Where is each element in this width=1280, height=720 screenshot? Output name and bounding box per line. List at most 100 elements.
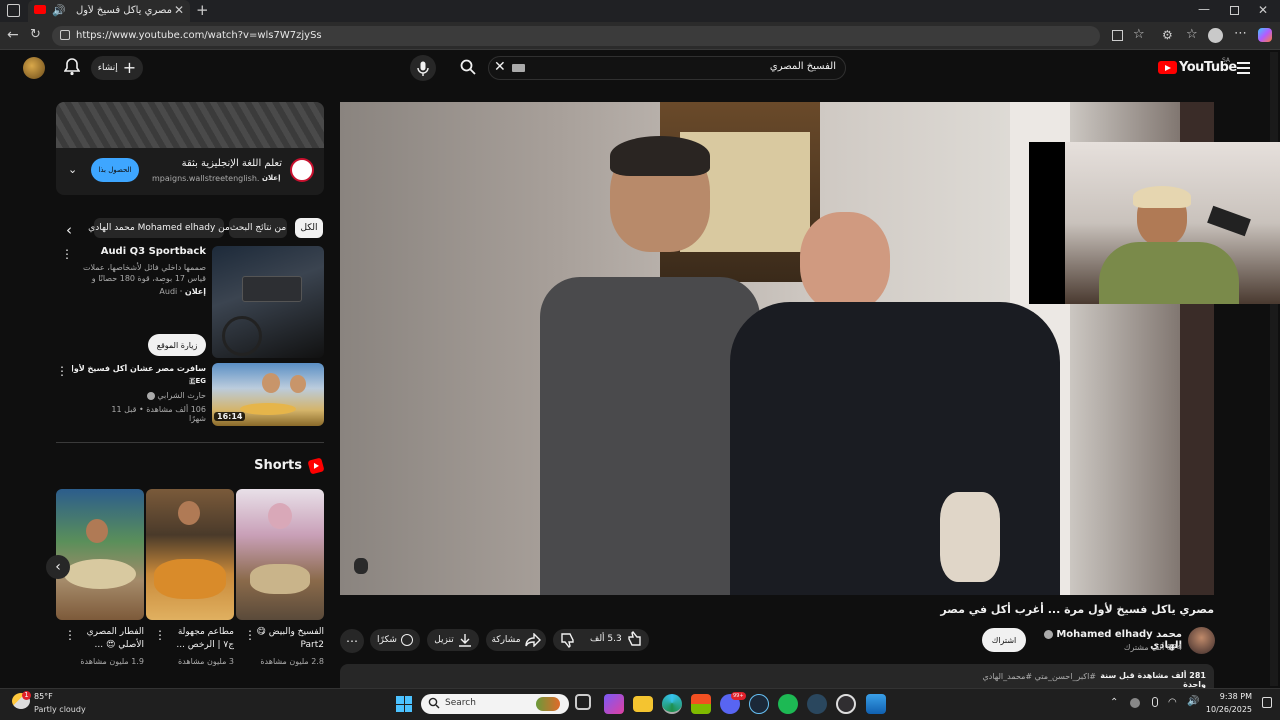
extensions-icon[interactable]: ⚙: [1162, 28, 1173, 42]
taskbar-search-icon: [428, 697, 440, 709]
short-views-2: 3 مليون مشاهدة: [177, 657, 234, 666]
browser-menu-icon[interactable]: ⋯: [1234, 26, 1247, 41]
chip-search-results[interactable]: من نتائج البحث: [229, 218, 287, 238]
ad-cta-button[interactable]: الحصول بذا: [91, 158, 139, 182]
sponsored-thumbnail[interactable]: [212, 246, 324, 358]
window-close-icon[interactable]: ✕: [1258, 3, 1268, 17]
dislike-button[interactable]: [560, 632, 576, 648]
share-button[interactable]: مشاركة: [486, 629, 546, 651]
thanks-label: شكرًا: [377, 635, 397, 645]
shorts-heading: Shorts: [254, 458, 302, 473]
visit-site-label: زيارة الموقع: [156, 340, 198, 350]
site-info-icon[interactable]: [60, 30, 70, 40]
tab-close-icon[interactable]: ✕: [174, 3, 184, 17]
ad-domain: mpaigns.wallstreetenglish.e...: [152, 174, 260, 183]
sponsored-advertiser: Audi: [159, 287, 178, 296]
steam-icon-2[interactable]: [807, 694, 827, 714]
sponsored-desc: صممها داخلي فائل لأشخاصها، عملات قياس 17…: [82, 263, 206, 283]
discord-badge: 99+: [731, 692, 746, 700]
related-menu-icon[interactable]: ⋮: [56, 364, 68, 378]
steam-icon[interactable]: [749, 694, 769, 714]
weather-desc: Partly cloudy: [34, 705, 86, 714]
related-channel-name: حارث الشرابي: [157, 391, 206, 400]
tray-mic-icon[interactable]: [1152, 697, 1158, 707]
create-button[interactable]: إنشاء +: [91, 56, 143, 80]
video-title: مصري ياكل فسيخ لأول مرة ... أغرب أكل في …: [940, 603, 1214, 616]
tab-actions-icon[interactable]: [7, 4, 20, 17]
short-thumbnail-3[interactable]: [56, 489, 144, 620]
download-button[interactable]: تنزيل: [427, 629, 479, 651]
profile-avatar[interactable]: [1208, 28, 1223, 43]
related-badge-text: EG: [195, 377, 206, 385]
chip-all[interactable]: الكل: [295, 218, 323, 238]
maximize-icon[interactable]: [1230, 6, 1239, 15]
weather-badge: 1: [22, 691, 31, 700]
microphone-icon: [417, 61, 429, 76]
subscribe-label: اشتراك: [991, 635, 1017, 645]
thumbs-up-icon: [628, 631, 641, 646]
store-icon[interactable]: [691, 694, 711, 714]
clock-time[interactable]: 9:38 PM: [1210, 692, 1252, 701]
related-meta: 106 ألف مشاهدة • قبل 11 شهرًا: [111, 405, 206, 423]
file-explorer-icon[interactable]: [633, 696, 653, 712]
chips-prev-icon[interactable]: ‹: [66, 221, 72, 239]
related-duration: 16:14: [214, 412, 246, 421]
channel-avatar[interactable]: [1188, 627, 1215, 654]
copilot-icon[interactable]: [1258, 28, 1272, 42]
short-menu-icon-3[interactable]: ⋮: [64, 628, 76, 642]
ad-cta-label: الحصول بذا: [98, 166, 132, 174]
edge-browser-icon[interactable]: [662, 694, 682, 714]
subscribe-button[interactable]: اشتراك: [982, 628, 1026, 652]
shorts-prev-button[interactable]: ‹: [46, 555, 70, 579]
tray-app-icon[interactable]: [1130, 698, 1140, 708]
short-thumbnail-2[interactable]: [146, 489, 234, 620]
short-title-2: مطاعم مجهولة ج٧ | الرخص ...: [176, 627, 234, 650]
notification-center-icon[interactable]: [1262, 697, 1272, 708]
thanks-button[interactable]: شكرًا: [370, 629, 420, 651]
tab-title: مصري ياكل فسيخ لأول مرة ...: [76, 5, 172, 16]
obs-icon[interactable]: [836, 694, 856, 714]
notifications-bell-icon[interactable]: [64, 58, 80, 76]
like-button[interactable]: 5.3 ألف: [590, 631, 642, 647]
app-view-icon[interactable]: [1112, 30, 1123, 41]
verified-badge-icon: [1043, 629, 1053, 639]
windows-start-icon[interactable]: [396, 696, 412, 712]
related-title: سافرت مصر عشان أكل فسيخ لأول مرة !!: [72, 364, 206, 373]
hamburger-menu-icon[interactable]: [1237, 62, 1250, 74]
refresh-icon[interactable]: ↻: [30, 27, 41, 42]
tab-audio-icon[interactable]: 🔊: [52, 4, 66, 17]
short-menu-icon-2[interactable]: ⋮: [154, 628, 166, 642]
ad-expand-chevron-icon[interactable]: ⌄: [68, 163, 77, 176]
sponsored-menu-icon[interactable]: ⋮: [61, 247, 73, 261]
wifi-icon[interactable]: ◠: [1168, 697, 1177, 708]
short-menu-icon-1[interactable]: ⋮: [244, 628, 256, 642]
volume-icon[interactable]: 🔊: [1187, 696, 1199, 707]
widgets-icon[interactable]: [604, 694, 624, 714]
short-thumbnail-1[interactable]: [236, 489, 324, 620]
ad-title: تعلم اللغة الإنجليزية بثقة: [181, 158, 282, 169]
more-actions-button[interactable]: ⋯: [340, 629, 364, 653]
verified-icon: [146, 391, 155, 400]
new-tab-icon[interactable]: +: [196, 1, 209, 19]
task-view-icon[interactable]: [575, 694, 591, 710]
visit-site-button[interactable]: زيارة الموقع: [148, 334, 206, 356]
spotify-icon[interactable]: [778, 694, 798, 714]
voice-search-button[interactable]: [410, 55, 436, 81]
search-icon[interactable]: [460, 59, 476, 75]
favorite-star-icon[interactable]: ☆: [1133, 27, 1145, 42]
channel-watermark-icon[interactable]: [354, 558, 368, 574]
keyboard-icon[interactable]: [512, 64, 525, 72]
minimize-icon[interactable]: —: [1198, 2, 1210, 16]
clock-date[interactable]: 10/26/2025: [1200, 705, 1252, 714]
photos-icon[interactable]: [866, 694, 886, 714]
user-avatar[interactable]: [23, 57, 45, 79]
favorites-icon[interactable]: ☆: [1186, 27, 1198, 42]
subscriber-count: 874 ألف مشترك: [1123, 643, 1182, 652]
back-icon[interactable]: ←: [7, 27, 19, 43]
clear-search-icon[interactable]: ✕: [494, 59, 506, 75]
url-text[interactable]: https://www.youtube.com/watch?v=wls7W7zj…: [76, 30, 322, 41]
chip-channel[interactable]: من Mohamed elhady محمد الهادي: [88, 218, 230, 238]
tray-chevron-icon[interactable]: ⌃: [1110, 697, 1118, 708]
short-title-3: الفطار المصري الأصلي 😍 ...: [86, 627, 144, 650]
related-channel: حارث الشرابي: [120, 391, 206, 400]
